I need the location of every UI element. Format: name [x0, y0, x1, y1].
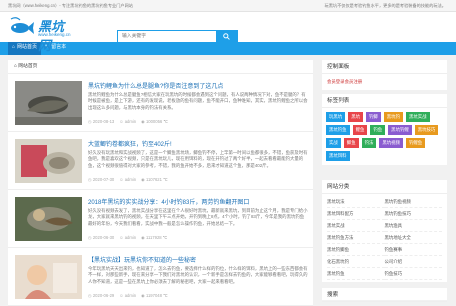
- category-item[interactable]: 黑坑地址大全: [384, 232, 442, 244]
- post-thumbnail[interactable]: [15, 255, 82, 299]
- tag-item[interactable]: 黑坑钓鱼: [326, 125, 350, 135]
- post-thumbnail[interactable]: [15, 81, 82, 125]
- post-item: 黑坑钓鲤鱼为什么总是腿鱼?你是否注意到了这几点 黑坑钓鲤鱼为什么总是腿鱼?相信大…: [8, 74, 313, 132]
- post-title[interactable]: 黑坑钓鲤鱼为什么总是腿鱼?你是否注意到了这几点: [88, 81, 223, 90]
- post-views: ◉ 1107621 ℃: [141, 177, 168, 182]
- post-meta: ◷ 2020-06-29 ☺ admin ◉ 1197048 ℃: [88, 293, 168, 298]
- post-excerpt: 好久没有玩黑坑和实战视频了，这是一个鲫鱼黑坑场，鲫鱼钓不停，上竿第一时间以鱼都很…: [88, 150, 308, 168]
- category-item[interactable]: 黑坑饵料配方: [327, 208, 385, 220]
- category-item[interactable]: 化石黑坑钓: [327, 256, 385, 268]
- post-author: ☺ admin: [119, 177, 137, 182]
- post-thumbnail[interactable]: [15, 139, 82, 183]
- post-date: ◷ 2020-06-29: [88, 293, 115, 298]
- category-list: 黑坑玩法 黑坑钓鱼视频 黑坑饵料配方 黑坑钓鱼技巧 黑坑实战 黑坑渔具 黑坑钓鱼…: [322, 194, 447, 282]
- breadcrumb-home[interactable]: 网站首页: [18, 64, 37, 69]
- top-bar: 黑坑网（www.heikeng.cn）- 专注黑坑钓鱼的黑坑钓鱼专业门户网站 玩…: [0, 0, 456, 12]
- sidebar-search: 搜索: [322, 288, 447, 302]
- tag-item[interactable]: 黑坑实战: [405, 112, 430, 122]
- post-meta: ◷ 2020-07-30 ☺ admin ◉ 1107621 ℃: [88, 177, 168, 182]
- post-item: 【黑坑实战】玩黑坑你不知道的一些秘密 今年玩黑坑天天出来钓，也知道了，怎么去钓鱼…: [8, 248, 313, 306]
- sidebar-categories: 网站分类 黑坑玩法 黑坑钓鱼视频 黑坑饵料配方 黑坑钓鱼技巧 黑坑实战 黑坑渔具…: [322, 180, 447, 282]
- tag-item[interactable]: 黑坑钓鲤: [388, 125, 412, 135]
- post-date: ◷ 2020-06-30: [88, 235, 115, 240]
- home-icon: ⌂: [14, 64, 17, 69]
- category-item[interactable]: 黑坑玩法: [327, 196, 385, 208]
- post-list: ⌂ 网站首页 黑坑钓鲤鱼为什么总是腿鱼?你是否注意到了这几点 黑坑钓鲤鱼为什么总…: [8, 60, 313, 306]
- category-item[interactable]: 钓鱼赛事: [384, 244, 442, 256]
- search-button[interactable]: [216, 31, 237, 42]
- tag-item[interactable]: 鲤鱼: [352, 125, 368, 135]
- post-meta: ◷ 2020-08-13 ☺ admin ◉ 1000056 ℃: [88, 119, 168, 124]
- post-excerpt: 今年玩黑坑天天出来钓，也知道了，怎么去钓鱼，要选择什么样的钓位，什么样的饵料，黑…: [88, 266, 308, 284]
- post-date: ◷ 2020-07-30: [88, 177, 115, 182]
- site-tagline: 黑坑网（www.heikeng.cn）- 专注黑坑钓鱼的黑坑钓鱼专业门户网站: [8, 3, 133, 8]
- category-item[interactable]: 黑坑实战: [327, 220, 385, 232]
- post-title[interactable]: 2018年黑坑的实实战分享：4小时钓83斤，两劳钓鱼翻开图口: [88, 197, 249, 206]
- logo-url: www.heikeng.cn: [38, 32, 71, 37]
- post-excerpt: 黑坑钓鲤鱼为什么总是腿鱼?相信大家在玩黑坑的时候都会遇到这个问题，有人说两种情况…: [88, 92, 308, 110]
- search-input[interactable]: [118, 31, 216, 42]
- post-author: ☺ admin: [119, 293, 137, 298]
- category-item[interactable]: 钓鱼技巧: [384, 268, 442, 280]
- control-panel-title: 控制面板: [322, 60, 447, 74]
- category-item[interactable]: 黑坑钓鱼视频: [384, 196, 442, 208]
- login-register-link[interactable]: 会员登录会员注册: [322, 74, 447, 90]
- tag-item[interactable]: 钓鲤鱼: [405, 138, 426, 148]
- post-excerpt: 好久没有视频去发了，黑坑实战分享在这里在个人很好时黑坑，最新就来黑坑，到目前为止…: [88, 208, 308, 226]
- site-logo[interactable]: 黑坑网 www.heikeng.cn: [8, 14, 71, 54]
- category-item[interactable]: 黑坑钓鱼技巧: [384, 208, 442, 220]
- category-item[interactable]: 黑坑钓鲫鱼: [327, 244, 385, 256]
- tag-item[interactable]: 实战: [326, 138, 341, 148]
- tag-item[interactable]: 鲫鱼: [343, 138, 359, 148]
- post-author: ☺ admin: [119, 235, 137, 240]
- post-item: 2018年黑坑的实实战分享：4小时钓83斤，两劳钓鱼翻开图口 好久没有视频去发了…: [8, 190, 313, 248]
- post-views: ◉ 1197048 ℃: [141, 293, 168, 298]
- search-icon: [223, 33, 230, 40]
- tag-item[interactable]: 钓法: [361, 138, 377, 148]
- category-item[interactable]: 黑坑钓鱼方法: [327, 232, 385, 244]
- category-item[interactable]: 黑坑渔具: [384, 220, 442, 232]
- site-header: 黑坑网 www.heikeng.cn: [0, 12, 456, 54]
- breadcrumb: ⌂ 网站首页: [8, 60, 313, 74]
- fish-logo-icon: [10, 17, 34, 34]
- tag-item[interactable]: 黑坑饵料: [326, 151, 350, 161]
- tag-item[interactable]: 钓鲫: [365, 112, 381, 122]
- post-meta: ◷ 2020-06-30 ☺ admin ◉ 1117928 ℃: [88, 235, 168, 240]
- post-title[interactable]: 大蓝鲫钓卷都疯狂，钓至402斤!: [88, 139, 172, 148]
- tag-item[interactable]: 黑坑视频: [379, 138, 403, 148]
- post-author: ☺ admin: [119, 119, 137, 124]
- site-slogan: 玩黑坑不仅仅是考验钓鱼水平，更多的是考验装备的技能的玩法。: [324, 3, 446, 8]
- tag-item[interactable]: 黑坑技巧: [414, 125, 439, 135]
- post-thumbnail[interactable]: [15, 197, 82, 241]
- category-item[interactable]: 黑坑钓鱼: [327, 268, 385, 280]
- tag-item[interactable]: 钓鱼: [370, 125, 386, 135]
- categories-title: 网站分类: [322, 180, 447, 194]
- post-date: ◷ 2020-08-13: [88, 119, 115, 124]
- tag-item[interactable]: 黑坑: [348, 112, 363, 122]
- post-title[interactable]: 【黑坑实战】玩黑坑你不知道的一些秘密: [88, 255, 196, 264]
- sidebar-tags: 标签列表 玩黑坑 黑坑 钓鲫 黑坑钓 黑坑实战 黑坑钓鱼 鲤鱼 钓鱼 黑坑钓鲤 …: [322, 94, 447, 165]
- sidebar-control-panel: 控制面板 会员登录会员注册: [322, 60, 447, 90]
- post-item: 大蓝鲫钓卷都疯狂，钓至402斤! 好久没有玩黑坑和实战视频了，这是一个鲫鱼黑坑场…: [8, 132, 313, 190]
- tag-cloud: 玩黑坑 黑坑 钓鲫 黑坑钓 黑坑实战 黑坑钓鱼 鲤鱼 钓鱼 黑坑钓鲤 黑坑技巧 …: [322, 108, 447, 165]
- tag-item[interactable]: 玩黑坑: [326, 112, 346, 122]
- category-item[interactable]: 公司介绍: [384, 256, 442, 268]
- post-views: ◉ 1117928 ℃: [141, 235, 168, 240]
- post-views: ◉ 1000056 ℃: [141, 119, 169, 124]
- search-bar: [117, 30, 238, 43]
- tag-item[interactable]: 黑坑钓: [383, 112, 403, 122]
- tags-title: 标签列表: [322, 94, 447, 108]
